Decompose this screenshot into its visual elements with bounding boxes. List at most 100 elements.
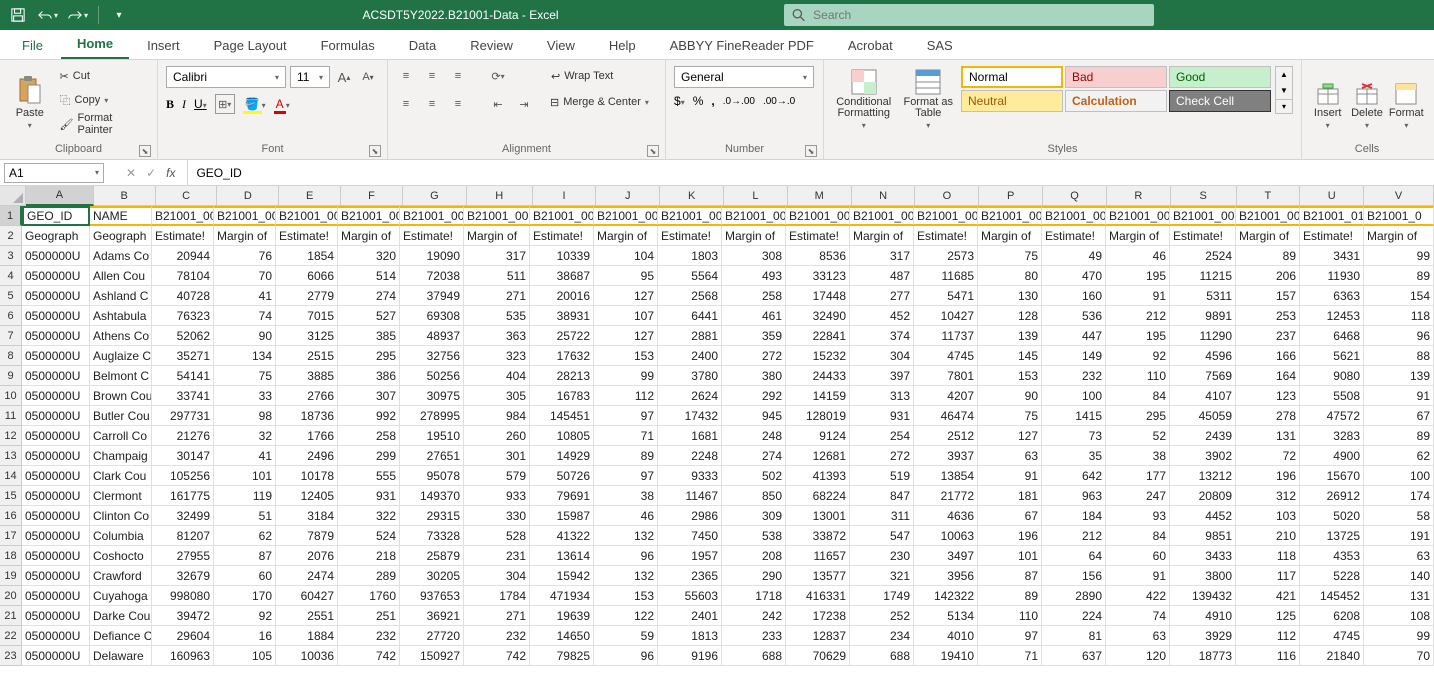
cell[interactable]: Athens Co — [90, 326, 152, 346]
cell[interactable]: 134 — [214, 346, 276, 366]
row-header[interactable]: 16 — [0, 506, 22, 526]
cell[interactable]: Champaig — [90, 446, 152, 466]
cell[interactable]: 4207 — [914, 386, 978, 406]
cell[interactable]: 3929 — [1170, 626, 1236, 646]
cell[interactable]: 2881 — [658, 326, 722, 346]
increase-font-icon[interactable]: A▴ — [334, 67, 354, 87]
cell[interactable]: 117 — [1236, 566, 1300, 586]
cell[interactable]: 21276 — [152, 426, 214, 446]
cell[interactable]: 38687 — [530, 266, 594, 286]
cell[interactable]: 32490 — [786, 306, 850, 326]
row-header[interactable]: 18 — [0, 546, 22, 566]
tab-data[interactable]: Data — [393, 32, 452, 59]
cell[interactable]: 3937 — [914, 446, 978, 466]
cell[interactable]: 70 — [1364, 646, 1434, 666]
font-name-combo[interactable]: Calibri▾ — [166, 66, 286, 88]
cell[interactable]: 25879 — [400, 546, 464, 566]
column-header[interactable]: K — [660, 186, 724, 206]
tab-review[interactable]: Review — [454, 32, 529, 59]
cell[interactable]: 10036 — [276, 646, 338, 666]
cell[interactable]: 107 — [594, 306, 658, 326]
cell[interactable]: 470 — [1042, 266, 1106, 286]
cell[interactable]: 0500000U — [22, 566, 90, 586]
cell[interactable]: 96 — [1364, 326, 1434, 346]
cell[interactable]: 3125 — [276, 326, 338, 346]
cell[interactable]: 24433 — [786, 366, 850, 386]
cell[interactable]: 5508 — [1300, 386, 1364, 406]
cell[interactable]: 422 — [1106, 586, 1170, 606]
cell[interactable]: 998080 — [152, 586, 214, 606]
column-header[interactable]: P — [979, 186, 1043, 206]
cancel-formula-icon[interactable]: ✕ — [126, 166, 136, 180]
cell[interactable]: 292 — [722, 386, 786, 406]
cell[interactable]: 74 — [1106, 606, 1170, 626]
cell[interactable]: 75 — [978, 246, 1042, 266]
cell[interactable]: 14929 — [530, 446, 594, 466]
cell[interactable]: 41393 — [786, 466, 850, 486]
cell[interactable]: 4596 — [1170, 346, 1236, 366]
qat-customize[interactable]: ▾ — [107, 3, 131, 27]
cell[interactable]: 278995 — [400, 406, 464, 426]
cell[interactable]: 210 — [1236, 526, 1300, 546]
cell[interactable]: 13577 — [786, 566, 850, 586]
cell[interactable]: Brown Cou — [90, 386, 152, 406]
cell[interactable]: 196 — [1236, 466, 1300, 486]
cell[interactable]: 63 — [978, 446, 1042, 466]
cell[interactable]: GEO_ID — [22, 206, 90, 226]
cell[interactable]: 89 — [1236, 246, 1300, 266]
redo-icon[interactable]: ▾ — [66, 3, 90, 27]
cell[interactable]: 9124 — [786, 426, 850, 446]
format-painter-button[interactable]: 🖌Format Painter — [56, 114, 149, 134]
cell[interactable]: 313 — [850, 386, 914, 406]
cell[interactable]: 128019 — [786, 406, 850, 426]
column-header[interactable]: S — [1171, 186, 1237, 206]
cell[interactable]: 295 — [1106, 406, 1170, 426]
column-header[interactable]: E — [279, 186, 341, 206]
cell[interactable]: 195 — [1106, 266, 1170, 286]
column-header[interactable]: U — [1300, 186, 1364, 206]
cell[interactable]: 308 — [722, 246, 786, 266]
cell[interactable]: 363 — [464, 326, 530, 346]
alignment-launcher[interactable]: ⬊ — [647, 145, 659, 157]
cell[interactable]: 0500000U — [22, 506, 90, 526]
cell[interactable]: 60427 — [276, 586, 338, 606]
cell[interactable]: B21001_00 — [1042, 206, 1106, 226]
cell[interactable]: 301 — [464, 446, 530, 466]
cell[interactable]: 132 — [594, 566, 658, 586]
cell[interactable]: 16 — [214, 626, 276, 646]
cell[interactable]: 1884 — [276, 626, 338, 646]
cell[interactable]: 397 — [850, 366, 914, 386]
cell[interactable]: 95078 — [400, 466, 464, 486]
cell[interactable]: 3956 — [914, 566, 978, 586]
cell[interactable]: 95 — [594, 266, 658, 286]
cell[interactable]: 122 — [594, 606, 658, 626]
cell[interactable]: 170 — [214, 586, 276, 606]
tab-help[interactable]: Help — [593, 32, 652, 59]
row-header[interactable]: 5 — [0, 286, 22, 306]
cell[interactable]: 234 — [850, 626, 914, 646]
cell[interactable]: 91 — [1106, 566, 1170, 586]
cell[interactable]: 41 — [214, 446, 276, 466]
cell[interactable]: 2512 — [914, 426, 978, 446]
cell[interactable]: 101 — [978, 546, 1042, 566]
cell[interactable]: 0500000U — [22, 306, 90, 326]
styles-more[interactable]: ▾ — [1276, 99, 1292, 113]
cell[interactable]: 19639 — [530, 606, 594, 626]
cell[interactable]: 101 — [214, 466, 276, 486]
cell[interactable]: 224 — [1042, 606, 1106, 626]
cell[interactable]: 67 — [1364, 406, 1434, 426]
cell[interactable]: 6363 — [1300, 286, 1364, 306]
cell[interactable]: 5134 — [914, 606, 978, 626]
row-header[interactable]: 13 — [0, 446, 22, 466]
cell[interactable]: 9891 — [1170, 306, 1236, 326]
column-header[interactable]: N — [852, 186, 916, 206]
cell[interactable]: 2766 — [276, 386, 338, 406]
cell[interactable]: 15987 — [530, 506, 594, 526]
align-top-icon[interactable]: ≡ — [396, 66, 416, 86]
cell[interactable]: 289 — [338, 566, 400, 586]
cell[interactable]: 311 — [850, 506, 914, 526]
cell[interactable]: 10178 — [276, 466, 338, 486]
cell[interactable]: Darke Cou — [90, 606, 152, 626]
cell[interactable]: 89 — [594, 446, 658, 466]
cell[interactable]: 6208 — [1300, 606, 1364, 626]
